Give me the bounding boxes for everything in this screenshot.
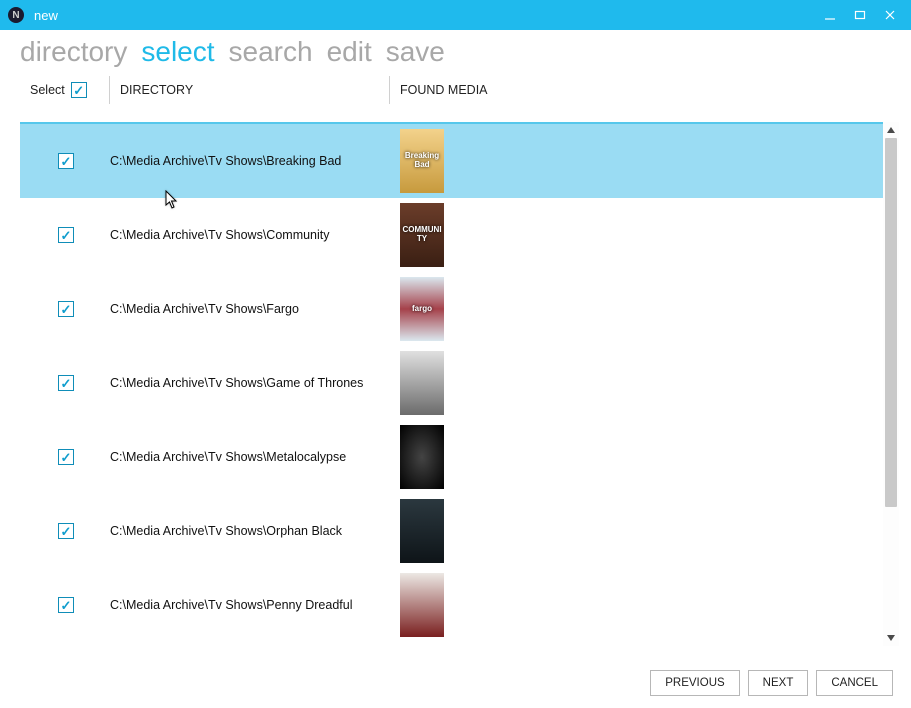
chevron-up-icon [886, 125, 896, 135]
row-checkbox[interactable] [58, 375, 74, 391]
row-directory: C:\Media Archive\Tv Shows\Game of Throne… [110, 376, 390, 390]
row-checkbox-cell [30, 449, 110, 465]
row-directory: C:\Media Archive\Tv Shows\Penny Dreadful [110, 598, 390, 612]
column-directory-label: DIRECTORY [110, 76, 390, 104]
media-list: C:\Media Archive\Tv Shows\Breaking Bad Br… [20, 122, 883, 646]
row-checkbox[interactable] [58, 523, 74, 539]
table-row[interactable]: C:\Media Archive\Tv Shows\Penny Dreadful [20, 568, 883, 642]
poster-thumbnail[interactable]: fargo [400, 277, 444, 341]
row-media: COMMUNITY [390, 203, 444, 267]
row-checkbox[interactable] [58, 301, 74, 317]
poster-thumbnail[interactable] [400, 573, 444, 637]
next-button[interactable]: NEXT [748, 670, 809, 696]
row-checkbox-cell [30, 227, 110, 243]
table-row[interactable]: C:\Media Archive\Tv Shows\Orphan Black [20, 494, 883, 568]
row-directory: C:\Media Archive\Tv Shows\Breaking Bad [110, 154, 390, 168]
row-checkbox-cell [30, 523, 110, 539]
wizard-steps: directory select search edit save [0, 30, 911, 76]
row-checkbox-cell [30, 375, 110, 391]
step-directory[interactable]: directory [20, 36, 127, 68]
row-checkbox[interactable] [58, 153, 74, 169]
table-row[interactable]: C:\Media Archive\Tv Shows\Breaking Bad Br… [20, 124, 883, 198]
row-media: Breaking Bad [390, 129, 444, 193]
poster-title: fargo [410, 305, 434, 314]
scrollbar[interactable] [883, 122, 899, 646]
row-media [390, 351, 444, 415]
poster-title: COMMUNITY [400, 226, 444, 244]
column-headers: Select DIRECTORY FOUND MEDIA [0, 76, 883, 104]
table-row[interactable]: C:\Media Archive\Tv Shows\Fargo fargo [20, 272, 883, 346]
row-directory: C:\Media Archive\Tv Shows\Fargo [110, 302, 390, 316]
scroll-down-button[interactable] [883, 630, 899, 646]
poster-thumbnail[interactable]: COMMUNITY [400, 203, 444, 267]
close-button[interactable] [877, 5, 903, 25]
scrollbar-thumb[interactable] [885, 138, 897, 507]
close-icon [884, 9, 896, 21]
row-checkbox[interactable] [58, 449, 74, 465]
poster-thumbnail[interactable] [400, 351, 444, 415]
row-directory: C:\Media Archive\Tv Shows\Metalocalypse [110, 450, 390, 464]
scrollbar-track[interactable] [883, 138, 899, 630]
table-row[interactable]: C:\Media Archive\Tv Shows\Metalocalypse [20, 420, 883, 494]
app-icon: N [8, 7, 24, 23]
minimize-icon [824, 9, 836, 21]
scroll-up-button[interactable] [883, 122, 899, 138]
column-select-label: Select [30, 83, 65, 97]
column-media-label: FOUND MEDIA [390, 76, 488, 104]
titlebar: N new [0, 0, 911, 30]
row-media [390, 499, 444, 563]
row-media: fargo [390, 277, 444, 341]
step-edit[interactable]: edit [327, 36, 372, 68]
step-search[interactable]: search [229, 36, 313, 68]
row-checkbox[interactable] [58, 227, 74, 243]
row-checkbox-cell [30, 153, 110, 169]
cancel-button[interactable]: CANCEL [816, 670, 893, 696]
step-save[interactable]: save [386, 36, 445, 68]
table-row[interactable]: C:\Media Archive\Tv Shows\Community COMMU… [20, 198, 883, 272]
row-checkbox-cell [30, 597, 110, 613]
row-directory: C:\Media Archive\Tv Shows\Community [110, 228, 390, 242]
table-row[interactable]: C:\Media Archive\Tv Shows\Game of Throne… [20, 346, 883, 420]
row-media [390, 425, 444, 489]
previous-button[interactable]: PREVIOUS [650, 670, 739, 696]
maximize-button[interactable] [847, 5, 873, 25]
select-all-checkbox[interactable] [71, 82, 87, 98]
step-select[interactable]: select [141, 36, 214, 68]
footer: PREVIOUS NEXT CANCEL [650, 670, 893, 696]
row-directory: C:\Media Archive\Tv Shows\Orphan Black [110, 524, 390, 538]
chevron-down-icon [886, 633, 896, 643]
row-checkbox[interactable] [58, 597, 74, 613]
window-title: new [34, 8, 813, 23]
poster-title: Breaking Bad [400, 152, 444, 170]
poster-thumbnail[interactable]: Breaking Bad [400, 129, 444, 193]
content-area: C:\Media Archive\Tv Shows\Breaking Bad Br… [20, 122, 899, 646]
minimize-button[interactable] [817, 5, 843, 25]
column-select: Select [30, 76, 110, 104]
maximize-icon [854, 9, 866, 21]
poster-thumbnail[interactable] [400, 499, 444, 563]
poster-thumbnail[interactable] [400, 425, 444, 489]
row-checkbox-cell [30, 301, 110, 317]
row-media [390, 573, 444, 637]
